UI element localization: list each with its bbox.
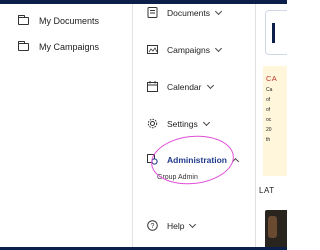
settings-gear-icon (147, 118, 158, 129)
nav-item-settings[interactable]: Settings (147, 118, 210, 129)
left-item-my-documents[interactable]: My Documents (18, 15, 100, 26)
chevron-down-icon (214, 7, 223, 15)
app-frame: My Documents My Campaigns Documents Camp… (0, 0, 287, 250)
notice-line: oc (266, 117, 272, 123)
chevron-down-icon (214, 44, 223, 52)
folder-icon (18, 41, 29, 51)
notice-line: Ca (266, 87, 273, 93)
article-thumbnail[interactable] (265, 210, 287, 247)
nav-item-label: Documents (167, 7, 210, 18)
campaigns-icon (147, 44, 158, 55)
notice-heading: CA (266, 74, 278, 83)
card-accent-bar (272, 23, 275, 43)
left-item-label: My Campaigns (39, 42, 100, 52)
nav-menu: Documents Campaigns Calendar Settings Ad… (133, 4, 255, 247)
nav-item-label: Help (167, 220, 185, 231)
notice-line: of (266, 97, 271, 103)
notice-banner: CA Ca of of oc 20 th (263, 66, 287, 176)
documents-icon (147, 7, 158, 18)
notice-line: of (266, 107, 271, 113)
chevron-down-icon (202, 118, 210, 126)
section-title: LAT (259, 186, 275, 195)
main-content: CA Ca of of oc 20 th LAT (256, 4, 287, 247)
left-panel: My Documents My Campaigns (0, 4, 132, 247)
nav-item-calendar[interactable]: Calendar (147, 81, 214, 92)
top-card (265, 10, 287, 55)
notice-line: th (266, 137, 271, 143)
nav-item-documents[interactable]: Documents (147, 7, 223, 18)
calendar-icon (147, 81, 158, 92)
notice-line: 20 (266, 127, 272, 133)
nav-item-label: Calendar (167, 81, 202, 92)
help-icon: ? (147, 220, 158, 231)
nav-item-campaigns[interactable]: Campaigns (147, 44, 223, 55)
nav-item-label: Settings (167, 118, 198, 129)
folder-icon (18, 15, 29, 25)
nav-item-label: Campaigns (167, 44, 210, 55)
svg-text:?: ? (151, 223, 155, 230)
chevron-down-icon (189, 220, 197, 228)
left-item-my-campaigns[interactable]: My Campaigns (18, 41, 100, 52)
nav-item-help[interactable]: ? Help (147, 220, 197, 231)
chevron-down-icon (206, 81, 214, 89)
left-item-label: My Documents (39, 16, 100, 26)
